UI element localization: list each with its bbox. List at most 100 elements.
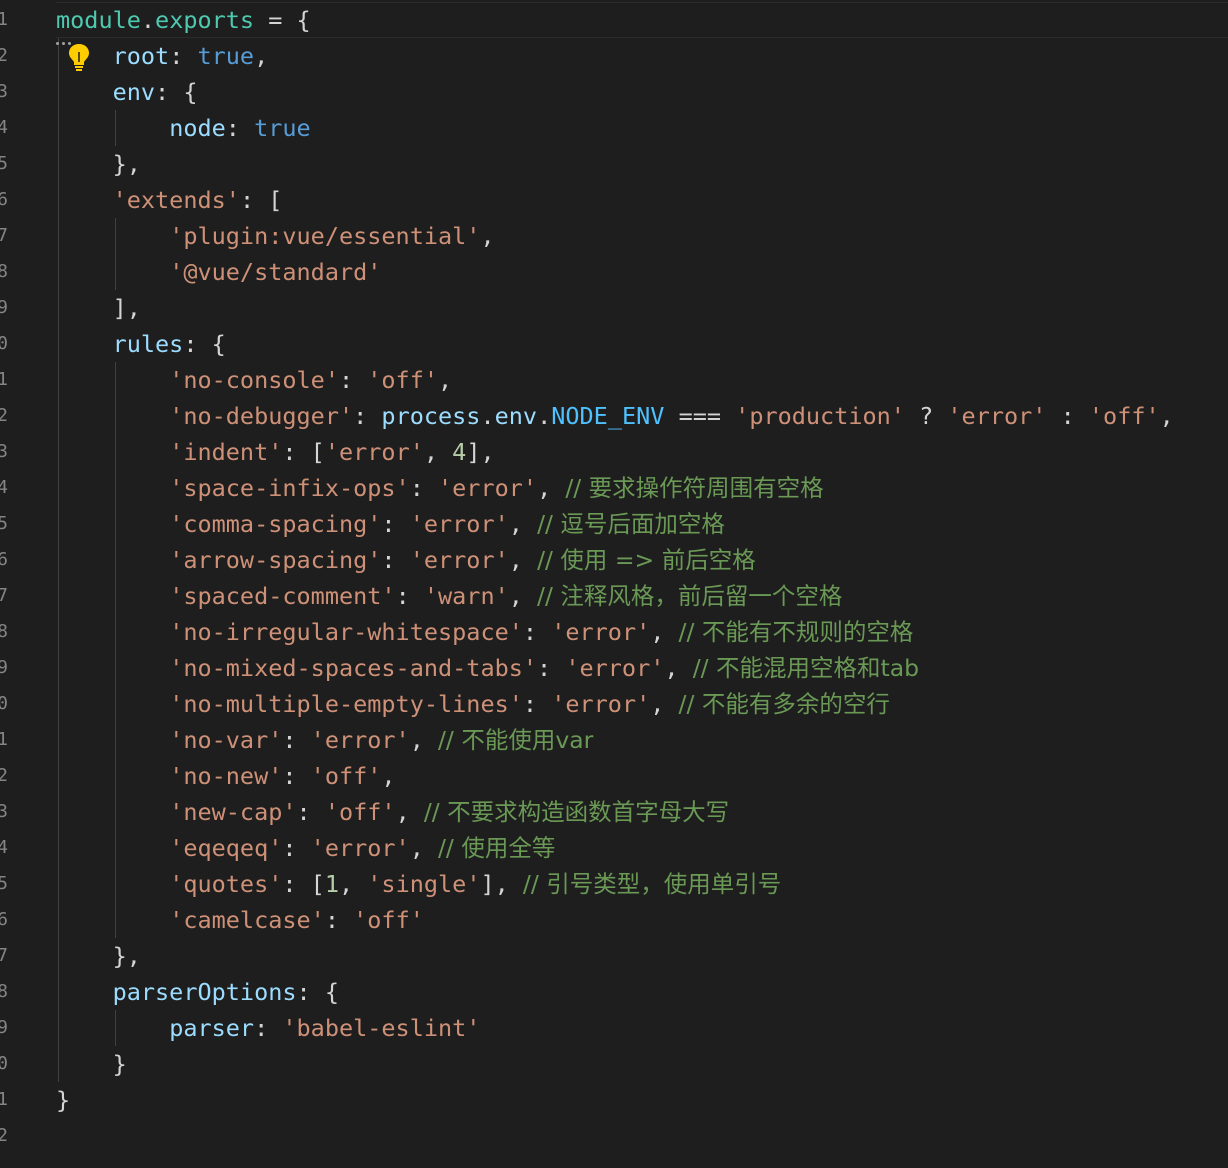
code-token: '@vue/standard' [169,258,382,286]
code-line[interactable]: }, [56,146,1174,182]
code-token: 'no-debugger' [169,402,354,430]
line-number: 1 [0,369,8,390]
code-token: 'error' [551,618,651,646]
code-line[interactable]: 'no-mixed-spaces-and-tabs': 'error', // … [56,650,1174,686]
line-number: 9 [0,1017,8,1038]
code-line[interactable]: 'extends': [ [56,182,1174,218]
code-line[interactable]: 'eqeqeq': 'error', // 使用全等 [56,830,1174,866]
code-token: : [1046,402,1089,430]
code-line[interactable]: }, [56,938,1174,974]
code-line[interactable]: ], [56,290,1174,326]
code-line[interactable]: 'new-cap': 'off', // 不要求构造函数首字母大写 [56,794,1174,830]
code-token: }, [56,942,141,970]
ellipsis-icon[interactable] [56,30,76,45]
code-token: env [494,402,538,430]
code-editor[interactable]: 1 2 3 4 5 6 7 8 9 0 1 2 3 4 5 6 7 8 9 0 1 2 3 4 5 6 7 8 9 0 1 2 module.… [0,0,1228,1168]
lightbulb-icon[interactable] [66,42,92,72]
code-token: rules [112,330,184,358]
code-token: 'production' [735,402,905,430]
code-token: , [423,438,453,466]
code-lines[interactable]: module.exports = { root: true, env: { no… [56,2,1174,1118]
code-token: // 逗号后面加空格 [537,510,725,538]
code-line[interactable]: 'indent': ['error', 4], [56,434,1174,470]
code-token: : [381,546,410,574]
code-line[interactable]: node: true [56,110,1174,146]
code-token: 'babel-eslint' [282,1014,481,1042]
code-token: : [353,402,382,430]
code-token: , [537,474,566,502]
code-token: // 注释风格，前后留一个空格 [537,582,843,610]
code-token: 'camelcase' [169,906,325,934]
code-token: ], [480,870,523,898]
line-number: 2 [0,45,8,66]
code-line[interactable]: 'no-debugger': process.env.NODE_ENV === … [56,398,1174,434]
code-line[interactable]: 'quotes': [1, 'single'], // 引号类型，使用单引号 [56,866,1174,902]
code-line[interactable]: parserOptions: { [56,974,1174,1010]
code-line[interactable]: 'no-var': 'error', // 不能使用var [56,722,1174,758]
code-line[interactable]: 'no-console': 'off', [56,362,1174,398]
code-token: , [1159,402,1174,430]
line-number: 0 [0,693,8,714]
code-line[interactable]: parser: 'babel-eslint' [56,1010,1174,1046]
code-line[interactable]: root: true, [56,38,1174,74]
code-line[interactable]: 'arrow-spacing': 'error', // 使用 => 前后空格 [56,542,1174,578]
code-line[interactable]: 'comma-spacing': 'error', // 逗号后面加空格 [56,506,1174,542]
code-line[interactable]: 'spaced-comment': 'warn', // 注释风格，前后留一个空… [56,578,1174,614]
code-line[interactable]: rules: { [56,326,1174,362]
code-token: : [537,654,566,682]
code-line[interactable]: } [56,1046,1174,1082]
code-token: : [169,42,198,70]
line-number: 2 [0,1125,8,1146]
code-token: : [381,510,410,538]
code-token: true [254,114,311,142]
code-token: , [254,42,269,70]
code-token: 'off' [324,798,396,826]
code-token: 'quotes' [169,870,283,898]
line-number: 5 [0,153,8,174]
line-number: 4 [0,117,8,138]
code-line[interactable]: '@vue/standard' [56,254,1174,290]
code-token: 'warn' [423,582,509,610]
code-token: . [140,6,156,34]
code-token: : [254,1014,283,1042]
code-token: 'error' [409,546,509,574]
code-line[interactable]: 'no-multiple-empty-lines': 'error', // 不… [56,686,1174,722]
code-token: 1 [324,870,339,898]
code-line[interactable]: 'camelcase': 'off' [56,902,1174,938]
code-token: 'no-console' [169,366,339,394]
code-token: 4 [452,438,467,466]
code-token: 'no-multiple-empty-lines' [169,690,523,718]
line-number-gutter: 1 2 3 4 5 6 7 8 9 0 1 2 3 4 5 6 7 8 9 0 1 2 3 4 5 6 7 8 9 0 1 2 [0,0,14,1168]
code-line[interactable]: 'no-irregular-whitespace': 'error', // 不… [56,614,1174,650]
code-token: . [537,402,552,430]
line-number: 9 [0,297,8,318]
code-token: // 不能有不规则的空格 [678,618,914,646]
code-line[interactable]: env: { [56,74,1174,110]
code-token: : [ [239,186,283,214]
code-token: 'error' [565,654,665,682]
code-token: 'single' [367,870,481,898]
code-token: : { [155,78,198,106]
line-number: 6 [0,189,8,210]
code-token: , [338,870,368,898]
code-line[interactable]: 'space-infix-ops': 'error', // 要求操作符周围有空… [56,470,1174,506]
code-token: } [56,1086,71,1114]
code-line[interactable]: } [56,1082,1174,1118]
line-number: 0 [0,1053,8,1074]
code-line[interactable]: module.exports = { [56,2,1174,38]
line-number: 6 [0,549,8,570]
code-line[interactable]: 'no-new': 'off', [56,758,1174,794]
code-line[interactable]: 'plugin:vue/essential', [56,218,1174,254]
line-number: 7 [0,585,8,606]
